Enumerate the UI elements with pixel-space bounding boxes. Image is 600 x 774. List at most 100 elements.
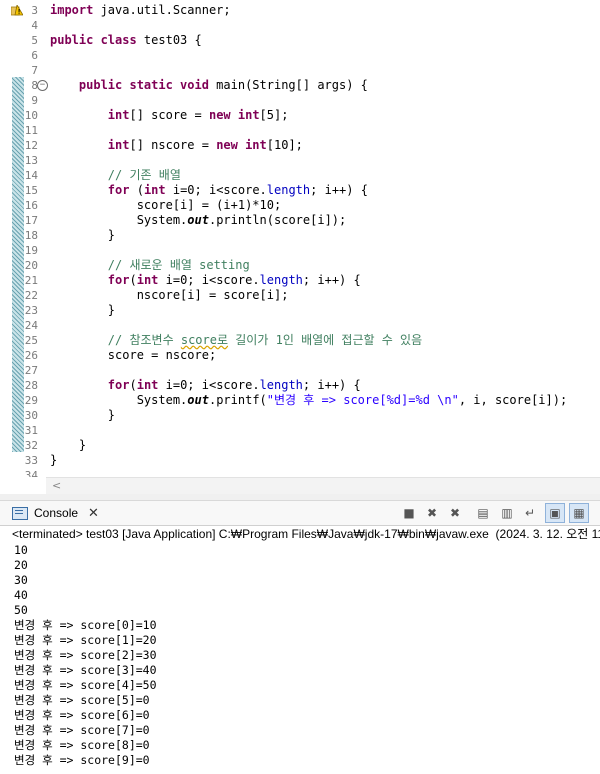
line-number: 23 bbox=[24, 304, 38, 317]
code-line[interactable]: 3 import java.util.Scanner; bbox=[0, 3, 600, 18]
display-console-icon[interactable]: ▦ bbox=[569, 503, 589, 523]
code-line[interactable]: 22 nscore[i] = score[i]; bbox=[0, 288, 600, 303]
code-line[interactable]: 24 bbox=[0, 318, 600, 333]
line-number: 24 bbox=[24, 319, 38, 332]
console-output-line: 변경 후 => score[4]=50 bbox=[14, 678, 157, 692]
word-wrap-icon[interactable]: ↵ bbox=[521, 504, 539, 522]
console-output-line: 변경 후 => score[8]=0 bbox=[14, 738, 150, 752]
line-number: 8 bbox=[31, 79, 38, 92]
remove-launch-icon[interactable]: ✖ bbox=[423, 504, 441, 522]
line-number: 9 bbox=[31, 94, 38, 107]
code-line[interactable]: 13 bbox=[0, 153, 600, 168]
code-text[interactable]: // 기존 배열 bbox=[50, 168, 181, 183]
code-line[interactable]: 25 // 참조변수 score로 길이가 1인 배열에 접근할 수 있음 bbox=[0, 333, 600, 348]
code-text[interactable]: nscore[i] = score[i]; bbox=[50, 288, 289, 303]
code-line[interactable]: 34 bbox=[0, 468, 600, 477]
code-text[interactable]: score = nscore; bbox=[50, 348, 216, 363]
code-editor[interactable]: − 3 import java.util.Scanner; 4 5 public cla… bbox=[0, 0, 600, 477]
close-icon[interactable]: ✕ bbox=[88, 505, 99, 521]
scroll-lock-icon[interactable]: ▥ bbox=[498, 504, 516, 522]
code-line[interactable]: 12 int[] nscore = new int[10]; bbox=[0, 138, 600, 153]
code-line[interactable]: 31 bbox=[0, 423, 600, 438]
line-number: 21 bbox=[24, 274, 38, 287]
code-text[interactable]: int[] score = new int[5]; bbox=[50, 108, 289, 123]
code-text[interactable]: } bbox=[50, 453, 57, 468]
line-number: 32 bbox=[24, 439, 38, 452]
console-output[interactable]: 10 20 30 40 50 변경 후 => score[0]=10 변경 후 => sco… bbox=[14, 543, 157, 768]
code-line[interactable]: 4 bbox=[0, 18, 600, 33]
code-text[interactable]: } bbox=[50, 228, 115, 243]
pin-console-icon[interactable]: ▣ bbox=[545, 503, 565, 523]
line-number: 30 bbox=[24, 409, 38, 422]
tab-console[interactable]: Console ✕ bbox=[12, 504, 99, 522]
code-line[interactable]: 33} bbox=[0, 453, 600, 468]
console-output-line: 10 bbox=[14, 543, 28, 557]
code-text[interactable]: score[i] = (i+1)*10; bbox=[50, 198, 282, 213]
line-number: 29 bbox=[24, 394, 38, 407]
code-line[interactable]: 11 bbox=[0, 123, 600, 138]
code-line[interactable]: 32 } bbox=[0, 438, 600, 453]
code-line[interactable]: 5 public class test03 { bbox=[0, 33, 600, 48]
code-text[interactable]: } bbox=[50, 408, 115, 423]
panel-separator[interactable] bbox=[0, 494, 600, 501]
line-number: 16 bbox=[24, 199, 38, 212]
line-number: 13 bbox=[24, 154, 38, 167]
remove-all-icon[interactable]: ✖ bbox=[446, 504, 464, 522]
editor-horizontal-scrollbar[interactable]: < bbox=[46, 477, 600, 495]
line-number: 17 bbox=[24, 214, 38, 227]
console-output-line: 변경 후 => score[9]=0 bbox=[14, 753, 150, 767]
console-status: <terminated> test03 [Java Application] C… bbox=[12, 527, 600, 541]
code-line[interactable]: 15 for (int i=0; i<score.length; i++) { bbox=[0, 183, 600, 198]
code-line[interactable]: 21 for(int i=0; i<score.length; i++) { bbox=[0, 273, 600, 288]
code-line[interactable]: 18 } bbox=[0, 228, 600, 243]
code-line[interactable]: 28 for(int i=0; i<score.length; i++) { bbox=[0, 378, 600, 393]
code-text[interactable]: for(int i=0; i<score.length; i++) { bbox=[50, 273, 361, 288]
clear-console-icon[interactable]: ▤ bbox=[474, 504, 492, 522]
code-text[interactable]: System.out.printf("변경 후 => score[%d]=%d … bbox=[50, 393, 568, 408]
code-text[interactable]: public static void main(String[] args) { bbox=[50, 78, 368, 93]
code-text[interactable]: // 새로운 배열 setting bbox=[50, 258, 250, 273]
code-line[interactable]: 27 bbox=[0, 363, 600, 378]
console-output-line: 변경 후 => score[7]=0 bbox=[14, 723, 150, 737]
code-text[interactable]: // 참조변수 score로 길이가 1인 배열에 접근할 수 있음 bbox=[50, 333, 422, 348]
line-number: 22 bbox=[24, 289, 38, 302]
console-output-line: 20 bbox=[14, 558, 28, 572]
code-line[interactable]: 6 bbox=[0, 48, 600, 63]
code-line[interactable]: 30 } bbox=[0, 408, 600, 423]
code-line[interactable]: 8 public static void main(String[] args)… bbox=[0, 78, 600, 93]
code-text[interactable]: System.out.println(score[i]); bbox=[50, 213, 347, 228]
console-output-line: 변경 후 => score[1]=20 bbox=[14, 633, 157, 647]
code-line[interactable]: 20 // 새로운 배열 setting bbox=[0, 258, 600, 273]
line-number: 11 bbox=[24, 124, 38, 137]
code-text[interactable]: int[] nscore = new int[10]; bbox=[50, 138, 303, 153]
console-toolbar: Console ✕ ■ ✖ ✖ ▤ ▥ ↵ ▣ ▦ bbox=[0, 501, 600, 526]
code-line[interactable]: 26 score = nscore; bbox=[0, 348, 600, 363]
console-output-line: 변경 후 => score[6]=0 bbox=[14, 708, 150, 722]
code-line[interactable]: 29 System.out.printf("변경 후 => score[%d]=… bbox=[0, 393, 600, 408]
code-line[interactable]: 19 bbox=[0, 243, 600, 258]
line-number: 4 bbox=[31, 19, 38, 32]
console-icon bbox=[12, 506, 28, 520]
code-text[interactable]: } bbox=[50, 438, 86, 453]
code-text[interactable]: for(int i=0; i<score.length; i++) { bbox=[50, 378, 361, 393]
code-line[interactable]: 17 System.out.println(score[i]); bbox=[0, 213, 600, 228]
line-number: 34 bbox=[24, 469, 38, 477]
line-number: 12 bbox=[24, 139, 38, 152]
line-number: 26 bbox=[24, 349, 38, 362]
stop-icon[interactable]: ■ bbox=[400, 504, 418, 522]
code-line[interactable]: 23 } bbox=[0, 303, 600, 318]
code-text[interactable]: for (int i=0; i<score.length; i++) { bbox=[50, 183, 368, 198]
code-line[interactable]: 9 bbox=[0, 93, 600, 108]
line-number: 31 bbox=[24, 424, 38, 437]
code-text[interactable]: import java.util.Scanner; bbox=[50, 3, 231, 18]
scroll-left-icon[interactable]: < bbox=[52, 479, 61, 492]
code-text[interactable]: } bbox=[50, 303, 115, 318]
console-output-line: 50 bbox=[14, 603, 28, 617]
code-line[interactable]: 10 int[] score = new int[5]; bbox=[0, 108, 600, 123]
code-line[interactable]: 7 bbox=[0, 63, 600, 78]
code-line[interactable]: 14 // 기존 배열 bbox=[0, 168, 600, 183]
code-text[interactable]: public class test03 { bbox=[50, 33, 202, 48]
line-number: 6 bbox=[31, 49, 38, 62]
code-line[interactable]: 16 score[i] = (i+1)*10; bbox=[0, 198, 600, 213]
line-number: 7 bbox=[31, 64, 38, 77]
